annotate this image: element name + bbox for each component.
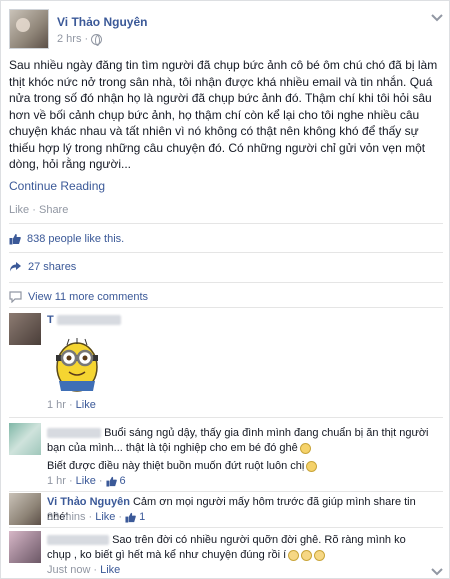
divider xyxy=(9,417,443,418)
comment-time[interactable]: 33 mins xyxy=(47,511,86,523)
post-meta: 2 hrs · xyxy=(57,33,103,46)
comment-like-count[interactable]: 6 xyxy=(120,475,126,487)
continue-reading-link[interactable]: Continue Reading xyxy=(9,179,105,193)
comment-like-button[interactable]: Like xyxy=(76,475,96,487)
comment-like-count[interactable]: 1 xyxy=(139,511,145,523)
commenter-avatar[interactable] xyxy=(9,313,41,345)
commenter-avatar[interactable] xyxy=(9,531,41,563)
shares-row: 27 shares xyxy=(9,261,76,273)
crying-emoji-icon xyxy=(314,549,326,561)
comment-author[interactable]: Vi Thảo Nguyên xyxy=(47,496,130,508)
author-avatar[interactable] xyxy=(9,9,49,49)
commenter-avatar[interactable] xyxy=(9,423,41,455)
chevron-down-icon[interactable] xyxy=(431,13,443,23)
thumbs-up-icon xyxy=(9,233,21,245)
comment-meta: Just now · Like xyxy=(47,564,121,576)
comment-bubble-icon xyxy=(9,291,22,303)
view-more-comments-link[interactable]: View 11 more comments xyxy=(28,291,148,303)
smile-emoji-icon xyxy=(306,460,318,472)
comment-like-button[interactable]: Like xyxy=(95,511,115,523)
author-name[interactable]: Vi Thảo Nguyên xyxy=(57,15,147,29)
post-actions: Like · Share xyxy=(9,204,68,216)
commenter-avatar[interactable] xyxy=(9,493,41,525)
post-text: Sau nhiều ngày đăng tin tìm người đã chụ… xyxy=(9,58,438,171)
dot-separator: · xyxy=(84,33,89,45)
divider xyxy=(9,223,443,224)
likes-row: 838 people like this. xyxy=(9,233,124,245)
post-card: Vi Thảo Nguyên 2 hrs · Sau nhiều ngày đă… xyxy=(0,0,450,579)
post-time[interactable]: 2 hrs xyxy=(57,33,81,45)
comment-like-button[interactable]: Like xyxy=(100,564,120,576)
thumbs-up-icon xyxy=(105,476,117,487)
share-button[interactable]: Share xyxy=(39,204,68,216)
divider xyxy=(9,282,443,283)
share-arrow-icon xyxy=(10,262,21,272)
divider xyxy=(9,252,443,253)
comment-text: Sao trên đời có nhiều người quỡn đời ghê… xyxy=(47,533,439,548)
divider xyxy=(9,307,443,308)
post-header: Vi Thảo Nguyên 2 hrs · xyxy=(9,9,443,51)
comment-text: Buổi sáng ngủ dậy, thấy gia đình mình đa… xyxy=(47,426,437,441)
divider xyxy=(9,527,443,528)
crying-emoji-icon xyxy=(301,549,313,561)
view-more-row: View 11 more comments xyxy=(9,291,148,303)
likes-count-text[interactable]: 838 people like this. xyxy=(27,233,124,245)
comment-text-cont: chụp , ko biết gì hết mà kể như chuyện đ… xyxy=(47,548,439,563)
redacted-name[interactable] xyxy=(47,535,109,546)
comment-text-cont: Biết được điều này thiệt buồn muốn đứt r… xyxy=(47,459,437,474)
like-button[interactable]: Like xyxy=(9,204,29,216)
comment-meta: 33 mins · Like · 1 xyxy=(47,511,146,523)
comment-meta: 1 hr · Like xyxy=(47,399,96,411)
comment-text-cont: bạn của mình... thật là tội nghiệp cho e… xyxy=(47,441,437,456)
shares-count-text[interactable]: 27 shares xyxy=(28,261,76,273)
chevron-down-icon[interactable] xyxy=(431,567,443,577)
crying-emoji-icon xyxy=(288,549,300,561)
thumbs-up-icon xyxy=(125,512,136,523)
comment-time[interactable]: 1 hr xyxy=(47,399,66,411)
divider xyxy=(9,491,443,492)
dot-separator: · xyxy=(32,204,36,216)
comment-author[interactable]: T xyxy=(47,313,121,328)
comment-like-button[interactable]: Like xyxy=(76,399,96,411)
globe-icon xyxy=(91,33,103,46)
redacted-name xyxy=(56,315,121,326)
redacted-name[interactable] xyxy=(47,428,101,439)
comment-time[interactable]: 1 hr xyxy=(47,475,66,487)
minion-sticker xyxy=(56,338,98,392)
comment-time[interactable]: Just now xyxy=(47,564,90,576)
comment-meta: 1 hr · Like · 6 xyxy=(47,475,126,487)
smile-emoji-icon xyxy=(299,442,311,454)
